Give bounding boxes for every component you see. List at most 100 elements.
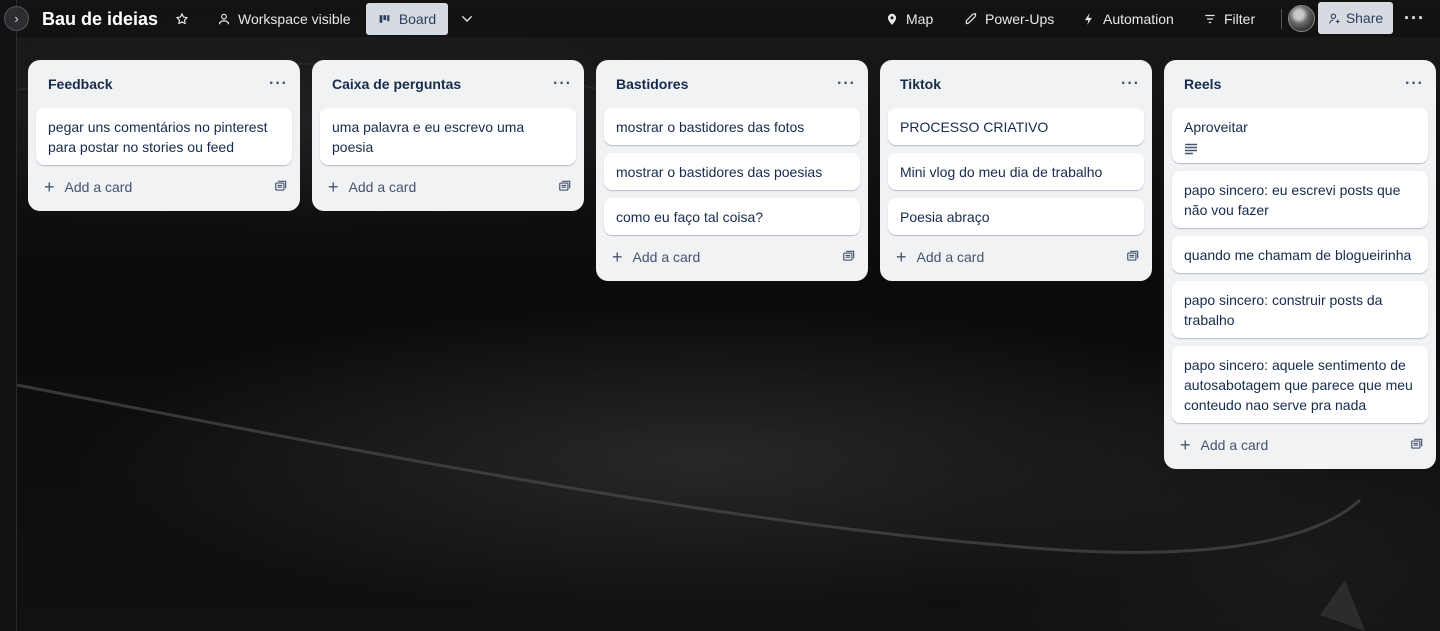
more-horizontal-icon: ··· — [1405, 75, 1424, 92]
list-actions-button[interactable]: ··· — [1405, 76, 1424, 92]
add-card-label: Add a card — [632, 249, 701, 265]
lists-container: Feedback ··· pegar uns comentários no pint… — [28, 60, 1436, 469]
add-card-row: + Add a card — [28, 167, 300, 207]
card-title: mostrar o bastidores das fotos — [616, 119, 805, 135]
sidebar-rail — [0, 0, 17, 631]
filter-label: Filter — [1224, 10, 1256, 27]
add-card-button[interactable]: + Add a card — [328, 178, 416, 196]
toolbar-divider — [1281, 9, 1282, 29]
card-list: Aproveitar papo sincero: eu escrevi posts… — [1164, 108, 1436, 423]
board-menu-button[interactable]: ··· — [1404, 0, 1425, 37]
add-card-label: Add a card — [348, 179, 417, 195]
card-template-icon — [559, 180, 571, 191]
list[interactable]: Bastidores ··· mostrar o bastidores das fo… — [596, 60, 868, 281]
board-title[interactable]: Bau de ideias — [42, 9, 158, 30]
map-button[interactable]: Map — [885, 0, 933, 37]
list-header: Feedback ··· — [28, 60, 300, 108]
card[interactable]: mostrar o bastidores das fotos — [604, 108, 860, 145]
card[interactable]: Poesia abraço — [888, 198, 1144, 235]
list-actions-button[interactable]: ··· — [1121, 76, 1140, 92]
plus-icon: + — [896, 247, 907, 267]
add-card-button[interactable]: + Add a card — [1180, 436, 1268, 454]
create-from-template-button[interactable] — [842, 249, 856, 266]
card-title: Mini vlog do meu dia de trabalho — [900, 164, 1103, 180]
views-dropdown-button[interactable] — [459, 0, 475, 37]
expand-sidebar-button[interactable]: › — [4, 6, 29, 31]
card[interactable]: como eu faço tal coisa? — [604, 198, 860, 235]
card[interactable]: Mini vlog do meu dia de trabalho — [888, 153, 1144, 190]
star-button[interactable] — [175, 0, 189, 37]
card-title: uma palavra e eu escrevo uma poesia — [332, 119, 525, 155]
people-icon — [218, 13, 230, 24]
board-icon — [379, 14, 390, 23]
automation-button[interactable]: Automation — [1082, 0, 1174, 37]
power-ups-button[interactable]: Power-Ups — [964, 0, 1054, 37]
plus-icon: + — [44, 177, 55, 197]
list[interactable]: Feedback ··· pegar uns comentários no pint… — [28, 60, 300, 211]
create-from-template-button[interactable] — [1410, 437, 1424, 454]
star-icon — [176, 12, 188, 24]
list[interactable]: Tiktok ··· PROCESSO CRIATIVO Mini vlog do m… — [880, 60, 1152, 281]
more-horizontal-icon: ··· — [553, 75, 572, 92]
create-from-template-button[interactable] — [558, 179, 572, 196]
lightning-icon — [1084, 12, 1092, 25]
card[interactable]: mostrar o bastidores das poesias — [604, 153, 860, 190]
create-from-template-button[interactable] — [1126, 249, 1140, 266]
card-title: Aproveitar — [1184, 119, 1248, 135]
card-template-icon — [275, 180, 287, 191]
list[interactable]: Reels ··· Aproveitar papo sincero: eu escre… — [1164, 60, 1436, 469]
board-view-button[interactable]: Board — [366, 3, 448, 35]
avatar[interactable] — [1288, 5, 1315, 32]
card-title: pegar uns comentários no pinterest para … — [48, 119, 268, 155]
plus-icon: + — [1180, 435, 1191, 455]
map-pin-icon — [887, 13, 897, 25]
add-card-label: Add a card — [64, 179, 133, 195]
card[interactable]: PROCESSO CRIATIVO — [888, 108, 1144, 145]
chevron-right-icon: › — [14, 11, 19, 26]
card-title: como eu faço tal coisa? — [616, 209, 764, 225]
list-title[interactable]: Reels — [1184, 76, 1221, 92]
filter-button[interactable]: Filter — [1203, 0, 1255, 37]
add-card-row: + Add a card — [596, 237, 868, 277]
list-actions-button[interactable]: ··· — [553, 76, 572, 92]
list-title[interactable]: Tiktok — [900, 76, 941, 92]
list-header: Tiktok ··· — [880, 60, 1152, 108]
list-actions-button[interactable]: ··· — [269, 76, 288, 92]
share-button[interactable]: Share — [1318, 2, 1393, 34]
card[interactable]: papo sincero: eu escrevi posts que não v… — [1172, 171, 1428, 228]
card[interactable]: Aproveitar — [1172, 108, 1428, 163]
list-title[interactable]: Caixa de perguntas — [332, 76, 461, 92]
add-card-button[interactable]: + Add a card — [612, 248, 700, 266]
automation-label: Automation — [1103, 10, 1174, 27]
map-label: Map — [906, 10, 934, 27]
card-title: papo sincero: construir posts da trabalh… — [1184, 292, 1383, 328]
more-horizontal-icon: ··· — [837, 75, 856, 92]
plus-icon: + — [328, 177, 339, 197]
chevron-down-icon — [461, 15, 473, 22]
card[interactable]: uma palavra e eu escrevo uma poesia — [320, 108, 576, 165]
card-template-icon — [1127, 250, 1139, 261]
add-card-button[interactable]: + Add a card — [44, 178, 132, 196]
card[interactable]: quando me chamam de blogueirinha — [1172, 236, 1428, 273]
list-title[interactable]: Bastidores — [616, 76, 688, 92]
visibility-button[interactable]: Workspace visible — [217, 0, 351, 37]
card[interactable]: pegar uns comentários no pinterest para … — [36, 108, 292, 165]
create-from-template-button[interactable] — [274, 179, 288, 196]
list-actions-button[interactable]: ··· — [837, 76, 856, 92]
list-title[interactable]: Feedback — [48, 76, 113, 92]
card-list: pegar uns comentários no pinterest para … — [28, 108, 300, 165]
list[interactable]: Caixa de perguntas ··· uma palavra e eu es… — [312, 60, 584, 211]
list-header: Caixa de perguntas ··· — [312, 60, 584, 108]
card[interactable]: papo sincero: construir posts da trabalh… — [1172, 281, 1428, 338]
share-label: Share — [1345, 10, 1384, 26]
board-header: Bau de ideias Workspace visible Board Ma… — [17, 0, 1440, 37]
add-card-row: + Add a card — [312, 167, 584, 207]
card[interactable]: papo sincero: aquele sentimento de autos… — [1172, 346, 1428, 423]
add-card-button[interactable]: + Add a card — [896, 248, 984, 266]
card-list: mostrar o bastidores das fotos mostrar o … — [596, 108, 868, 235]
add-card-label: Add a card — [916, 249, 985, 265]
card-template-icon — [1411, 438, 1423, 449]
more-horizontal-icon: ··· — [1121, 75, 1140, 92]
card-title: PROCESSO CRIATIVO — [900, 119, 1049, 135]
rocket-icon — [965, 12, 977, 24]
